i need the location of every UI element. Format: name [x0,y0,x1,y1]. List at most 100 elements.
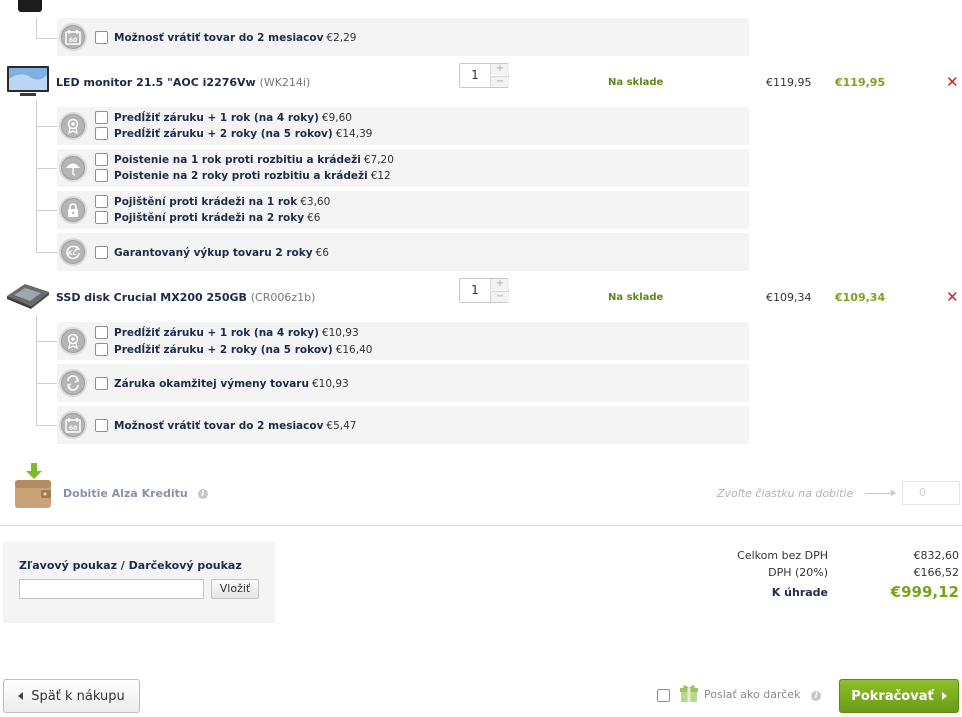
gift-info-icon[interactable]: i [811,691,821,701]
service-option[interactable]: Poistenie na 1 rok proti rozbitiu a krád… [95,152,394,167]
product-thumbnail-ssd[interactable] [5,282,51,310]
service-group: 60 Možnosť vrátiť tovar do 2 mesiacov €2… [57,18,749,56]
service-price: €9,60 [321,111,352,124]
voucher-title: Zľavový poukaz / Darčekový poukaz [19,559,242,572]
service-checkbox[interactable] [95,419,108,432]
to-pay-value: €999,12 [890,583,959,601]
quantity-increase-button[interactable]: + [490,279,509,290]
return-60-icon: 60 [59,23,87,51]
svg-text:60: 60 [69,425,77,432]
credit-topup-text[interactable]: Dobitie Alza Kreditu [63,487,188,500]
product-name[interactable]: LED monitor 21.5 "AOC i2276Vw (WK214i) [56,76,310,89]
service-label: Pojištění proti krádeži na 1 rok [114,195,298,208]
service-option[interactable]: Predĺžiť záruku + 2 roky (na 5 rokov) €1… [95,342,372,357]
continue-button[interactable]: Pokračovať [839,679,959,713]
product-name[interactable]: SSD disk Crucial MX200 250GB (CR006z1b) [56,291,315,304]
back-to-shopping-button[interactable]: Späť k nákupu [3,679,140,713]
service-group: Kč Garantovaný výkup tovaru 2 roky €6 [57,233,749,271]
quantity-stepper[interactable]: 1 + − [459,63,509,88]
service-label: Predĺžiť záruku + 2 roky (na 5 rokov) [114,127,333,140]
service-option[interactable]: Záruka okamžitej výmeny tovaru €10,93 [95,376,349,391]
service-label: Možnosť vrátiť tovar do 2 mesiacov [114,419,324,432]
quantity-decrease-button[interactable]: − [490,291,509,302]
service-option[interactable]: Pojištění proti krádeži na 1 rok €3,60 [95,194,330,209]
service-checkbox[interactable] [95,127,108,140]
product-code: (WK214i) [259,76,311,89]
service-option[interactable]: Možnosť vrátiť tovar do 2 mesiacov €2,29 [95,30,356,45]
warranty-icon [59,112,87,140]
voucher-apply-button[interactable]: Vložiť [211,579,259,599]
warranty-icon [59,327,87,355]
service-checkbox[interactable] [95,377,108,390]
service-price: €2,29 [326,31,357,44]
service-label: Predĺžiť záruku + 1 rok (na 4 roky) [114,111,319,124]
unit-price: €119,95 [766,76,812,89]
service-option[interactable]: Pojištění proti krádeži na 2 roky €6 [95,210,320,225]
vat-value: €166,52 [913,566,960,579]
arrow-left-icon [18,692,24,700]
credit-topup-label[interactable]: Dobitie Alza Kreditu i [63,487,208,500]
product-thumbnail-monitor[interactable] [6,65,50,98]
back-button-label: Späť k nákupu [31,688,125,704]
service-checkbox[interactable] [95,169,108,182]
service-group: Záruka okamžitej výmeny tovaru €10,93 [57,364,749,402]
credit-topup-hint: Zvoľte čiastku na dobitie [717,487,854,500]
service-price: €14,39 [335,127,373,140]
service-option[interactable]: Možnosť vrátiť tovar do 2 mesiacov €5,47 [95,418,356,433]
quantity-decrease-button[interactable]: − [490,76,509,87]
service-checkbox[interactable] [95,246,108,259]
stock-status: Na sklade [608,77,664,88]
tree-connector [36,210,57,211]
service-group: Predĺžiť záruku + 1 rok (na 4 roky) €9,6… [57,107,749,145]
service-price: €3,60 [300,195,331,208]
service-option[interactable]: Predĺžiť záruku + 2 roky (na 5 rokov) €1… [95,126,372,141]
vat-label: DPH (20%) [768,566,828,579]
product-title[interactable]: LED monitor 21.5 "AOC i2276Vw [56,76,256,89]
remove-item-button[interactable]: ✕ [946,75,959,90]
tree-connector [36,100,37,252]
service-price: €6 [307,211,321,224]
voucher-panel: Zľavový poukaz / Darčekový poukaz Vložiť [3,542,275,623]
unit-price: €109,34 [766,291,812,304]
service-option[interactable]: Predĺžiť záruku + 1 rok (na 4 roky) €9,6… [95,110,352,125]
service-checkbox[interactable] [95,326,108,339]
info-icon[interactable]: i [811,689,821,702]
voucher-code-input[interactable] [19,579,204,599]
lock-icon [59,196,87,224]
service-checkbox[interactable] [95,211,108,224]
svg-text:Kč: Kč [68,250,77,257]
service-price: €10,93 [311,377,349,390]
info-icon[interactable]: i [197,489,208,499]
service-option[interactable]: Predĺžiť záruku + 1 rok (na 4 roky) €10,… [95,325,359,340]
product-title[interactable]: SSD disk Crucial MX200 250GB [56,291,247,304]
total-without-vat-value: €832,60 [913,549,960,562]
service-group: 60 Možnosť vrátiť tovar do 2 mesiacov €5… [57,406,749,444]
credit-amount-input[interactable]: 0 [902,481,960,505]
quantity-increase-button[interactable]: + [490,64,509,75]
service-checkbox[interactable] [95,195,108,208]
service-checkbox[interactable] [95,31,108,44]
arrow-right-icon [865,490,896,496]
umbrella-insurance-icon [59,154,87,182]
return-60-icon: 60 [59,411,87,439]
service-price: €6 [315,246,329,259]
service-checkbox[interactable] [95,153,108,166]
service-option[interactable]: Garantovaný výkup tovaru 2 roky €6 [95,245,329,260]
exchange-icon [59,369,87,397]
service-checkbox[interactable] [95,343,108,356]
remove-item-button[interactable]: ✕ [946,290,959,305]
total-price: €109,34 [835,291,886,304]
stock-status: Na sklade [608,292,664,303]
tree-connector [36,252,57,253]
service-label: Predĺžiť záruku + 2 roky (na 5 rokov) [114,343,333,356]
send-as-gift-label[interactable]: Poslať ako darček [704,688,800,701]
service-label: Možnosť vrátiť tovar do 2 mesiacov [114,31,324,44]
service-option[interactable]: Poistenie na 2 roky proti rozbitiu a krá… [95,168,391,183]
service-checkbox[interactable] [95,111,108,124]
total-without-vat-label: Celkom bez DPH [737,549,828,562]
send-as-gift-checkbox[interactable] [657,689,670,702]
quantity-stepper[interactable]: 1 + − [459,278,509,303]
quantity-input[interactable]: 1 [460,64,490,87]
product-thumbnail [18,0,42,12]
quantity-input[interactable]: 1 [460,279,490,302]
